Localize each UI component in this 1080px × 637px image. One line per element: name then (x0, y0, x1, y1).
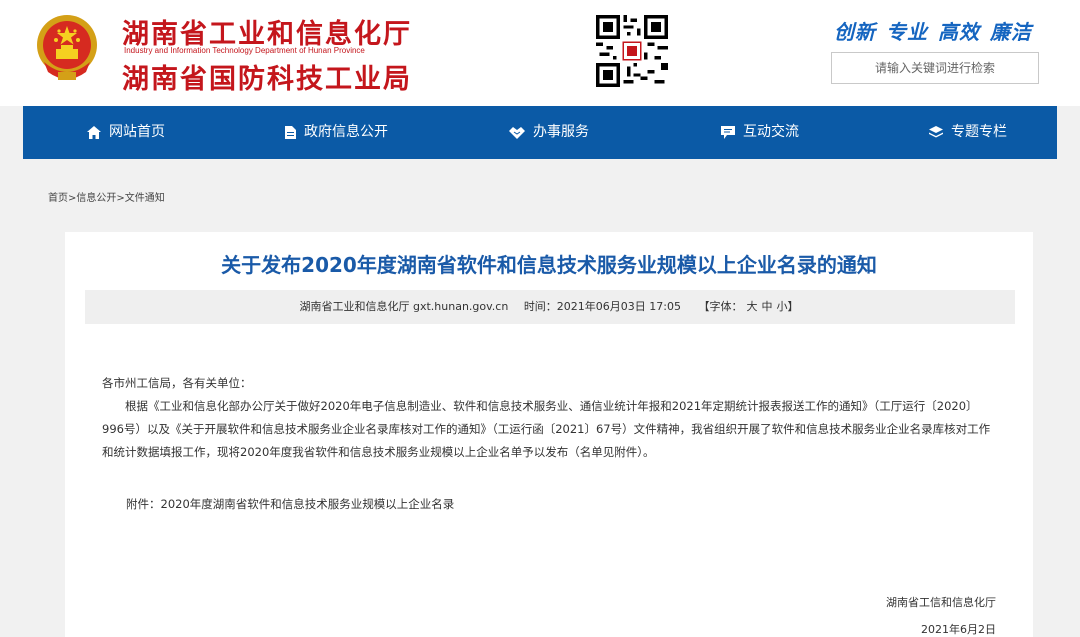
nav-item-gov-info[interactable]: 政府信息公开 (285, 106, 388, 159)
slogan-word: 高效 (938, 20, 980, 44)
chat-icon (721, 126, 735, 139)
slogan-word: 专业 (886, 20, 928, 44)
article-body: 各市州工信局，各有关单位： 根据《工业和信息化部办公厅关于做好2020年电子信息… (102, 372, 997, 464)
site-subtitle-cn: 湖南省国防科技工业局 (122, 64, 412, 95)
main-nav: 网站首页 政府信息公开 办事服务 互动交流 专题专栏 (23, 106, 1057, 159)
font-size-label: 【字体： (698, 300, 743, 313)
body-paragraph: 根据《工业和信息化部办公厅关于做好2020年电子信息制造业、软件和信息技术服务业… (102, 399, 991, 459)
signature-date: 2021年6月2日 (921, 623, 996, 636)
font-medium-button[interactable]: 中 (762, 300, 773, 313)
font-small-button[interactable]: 小】 (777, 300, 799, 313)
nav-item-home[interactable]: 网站首页 (87, 106, 165, 159)
font-large-button[interactable]: 大 (747, 300, 758, 313)
nav-item-label: 政府信息公开 (304, 124, 388, 140)
nav-item-topics[interactable]: 专题专栏 (929, 106, 1007, 159)
breadcrumb[interactable]: 首页>信息公开>文件通知 (48, 189, 165, 204)
nav-item-label: 互动交流 (743, 124, 799, 140)
nav-item-label: 办事服务 (533, 124, 589, 140)
qr-code-icon (596, 15, 668, 87)
handshake-icon (509, 126, 525, 139)
national-emblem-icon[interactable] (34, 12, 100, 84)
font-size-control: 【字体： 大中小】 (697, 300, 801, 313)
layers-icon (929, 126, 943, 138)
nav-item-label: 网站首页 (109, 124, 165, 140)
site-title-en: Industry and Information Technology Depa… (124, 46, 365, 55)
home-icon (87, 126, 101, 139)
article-meta: 湖南省工业和信息化厅 gxt.hunan.gov.cn 时间：2021年06月0… (85, 290, 1015, 324)
nav-item-label: 专题专栏 (951, 124, 1007, 140)
slogan-word: 创新 (834, 20, 876, 44)
article-panel: 关于发布2020年度湖南省软件和信息技术服务业规模以上企业名录的通知 湖南省工业… (65, 232, 1033, 637)
salutation: 各市州工信局，各有关单位： (102, 376, 252, 390)
site-header: 湖南省工业和信息化厅 Industry and Information Tech… (0, 0, 1080, 106)
article-source: 湖南省工业和信息化厅 gxt.hunan.gov.cn (299, 300, 509, 313)
slogan-word: 廉洁 (990, 20, 1032, 44)
slogan: 创新 专业 高效 廉洁 (834, 16, 1042, 45)
search-input[interactable]: 请输入关键词进行检索 (831, 52, 1039, 84)
article-title: 关于发布2020年度湖南省软件和信息技术服务业规模以上企业名录的通知 (221, 253, 877, 277)
signature-org: 湖南省工信和信息化厅 (886, 596, 996, 609)
nav-item-interaction[interactable]: 互动交流 (721, 106, 799, 159)
nav-item-services[interactable]: 办事服务 (509, 106, 589, 159)
document-icon (285, 126, 296, 139)
article-time: 时间：2021年06月03日 17:05 (523, 300, 681, 313)
attachment-link[interactable]: 附件：2020年度湖南省软件和信息技术服务业规模以上企业名录 (126, 496, 454, 512)
